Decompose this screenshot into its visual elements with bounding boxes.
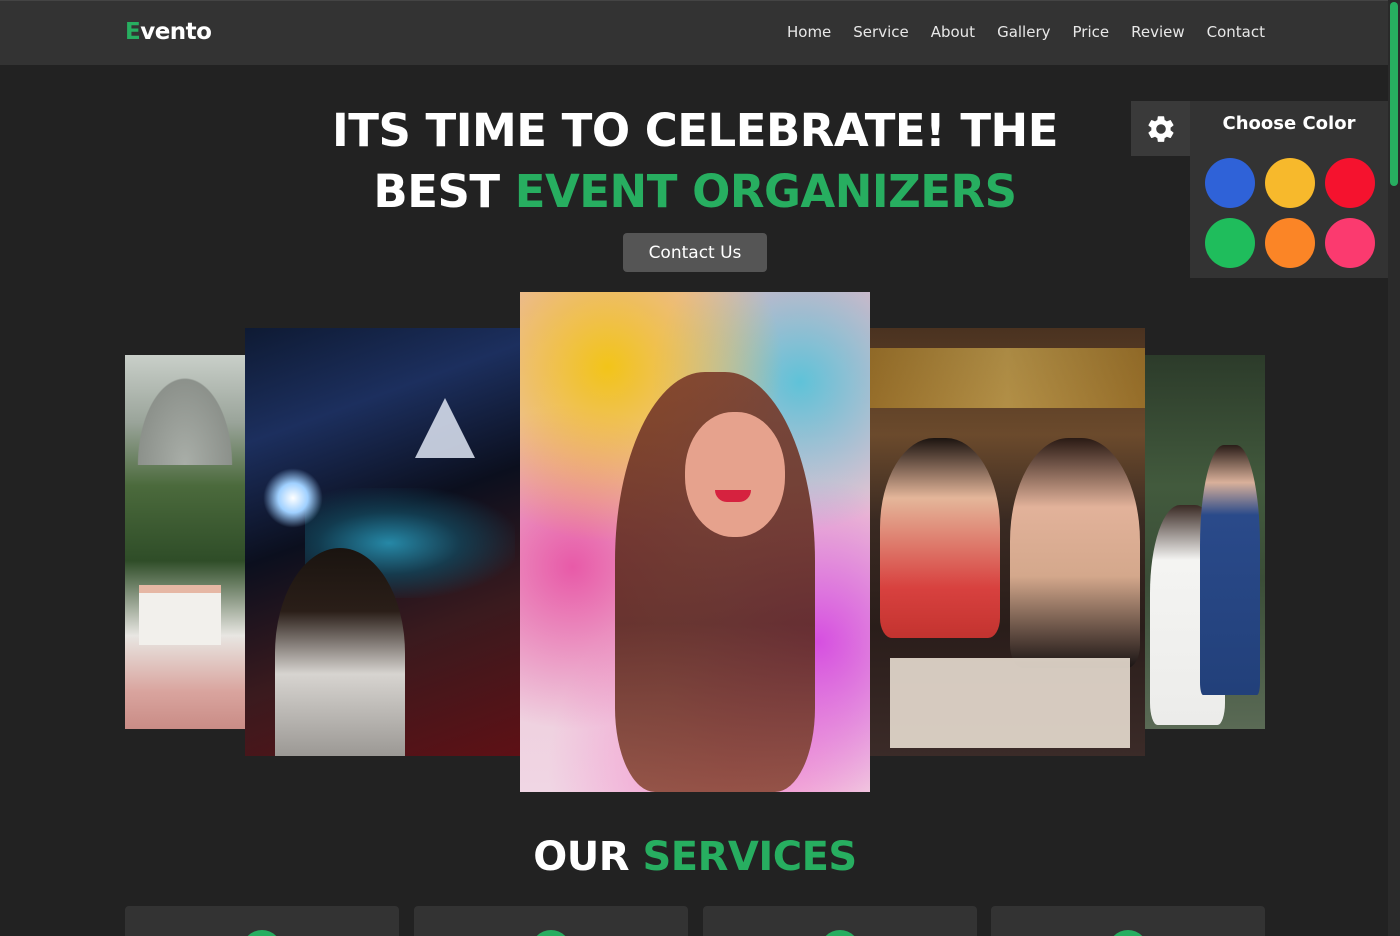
site-header: Evento Home Service About Gallery Price … — [0, 0, 1388, 65]
slide-wedding-couple-image[interactable] — [1145, 355, 1265, 729]
nav-service[interactable]: Service — [853, 23, 908, 41]
wedding-table — [139, 585, 221, 645]
color-swatch-pink[interactable] — [1325, 218, 1375, 268]
service-card-4[interactable] — [991, 906, 1265, 936]
color-swatch-green[interactable] — [1205, 218, 1255, 268]
hero-title: ITS TIME TO CELEBRATE! THE BEST EVENT OR… — [300, 100, 1090, 222]
hero-title-line2: BEST — [373, 165, 515, 218]
nav-price[interactable]: Price — [1073, 23, 1110, 41]
slide-holi-color-powder-image[interactable] — [520, 292, 870, 792]
service-icon — [531, 930, 571, 936]
scrollbar-thumb[interactable] — [1390, 2, 1398, 186]
services-title-plain: OUR — [533, 834, 643, 880]
slide-birthday-party-image[interactable] — [870, 328, 1145, 756]
nav-gallery[interactable]: Gallery — [997, 23, 1050, 41]
woman-face — [685, 412, 785, 537]
contact-us-button[interactable]: Contact Us — [623, 233, 767, 272]
stage-light — [263, 468, 323, 528]
gear-icon — [1147, 115, 1173, 142]
birthday-banner — [870, 348, 1145, 408]
logo-accent-letter: E — [125, 19, 141, 45]
groom-figure — [1200, 445, 1260, 695]
color-swatch-yellow[interactable] — [1265, 158, 1315, 208]
color-swatch-blue[interactable] — [1205, 158, 1255, 208]
service-card-2[interactable] — [414, 906, 688, 936]
hero-title-line1: ITS TIME TO CELEBRATE! THE — [332, 104, 1058, 157]
hero-title-accent: EVENT ORGANIZERS — [514, 165, 1017, 218]
nav-review[interactable]: Review — [1131, 23, 1185, 41]
service-card-1[interactable] — [125, 906, 399, 936]
party-guest-left — [880, 438, 1000, 638]
slide-wedding-gazebo-image[interactable] — [125, 355, 245, 729]
color-swatch-orange[interactable] — [1265, 218, 1315, 268]
logo-text: vento — [140, 19, 212, 45]
service-icon — [242, 930, 282, 936]
color-panel-toggle[interactable] — [1131, 101, 1190, 156]
service-card-3[interactable] — [703, 906, 977, 936]
party-table — [890, 658, 1130, 748]
slide-dj-concert-image[interactable] — [245, 328, 520, 756]
main-nav: Home Service About Gallery Price Review … — [765, 23, 1265, 41]
service-icon — [1108, 930, 1148, 936]
nav-home[interactable]: Home — [787, 23, 831, 41]
logo[interactable]: Evento — [125, 19, 212, 45]
services-title: OUR SERVICES — [300, 834, 1090, 880]
stage-star — [415, 398, 475, 458]
color-swatch-red[interactable] — [1325, 158, 1375, 208]
dj-figure — [275, 548, 405, 756]
nav-about[interactable]: About — [931, 23, 975, 41]
services-title-accent: SERVICES — [642, 834, 857, 880]
service-icon — [820, 930, 860, 936]
page-scrollbar[interactable] — [1388, 0, 1400, 936]
color-panel-title: Choose Color — [1222, 113, 1356, 134]
color-panel: Choose Color — [1190, 101, 1388, 278]
gazebo-dome — [125, 355, 245, 465]
nav-contact[interactable]: Contact — [1207, 23, 1265, 41]
party-guest-right — [1010, 438, 1140, 668]
